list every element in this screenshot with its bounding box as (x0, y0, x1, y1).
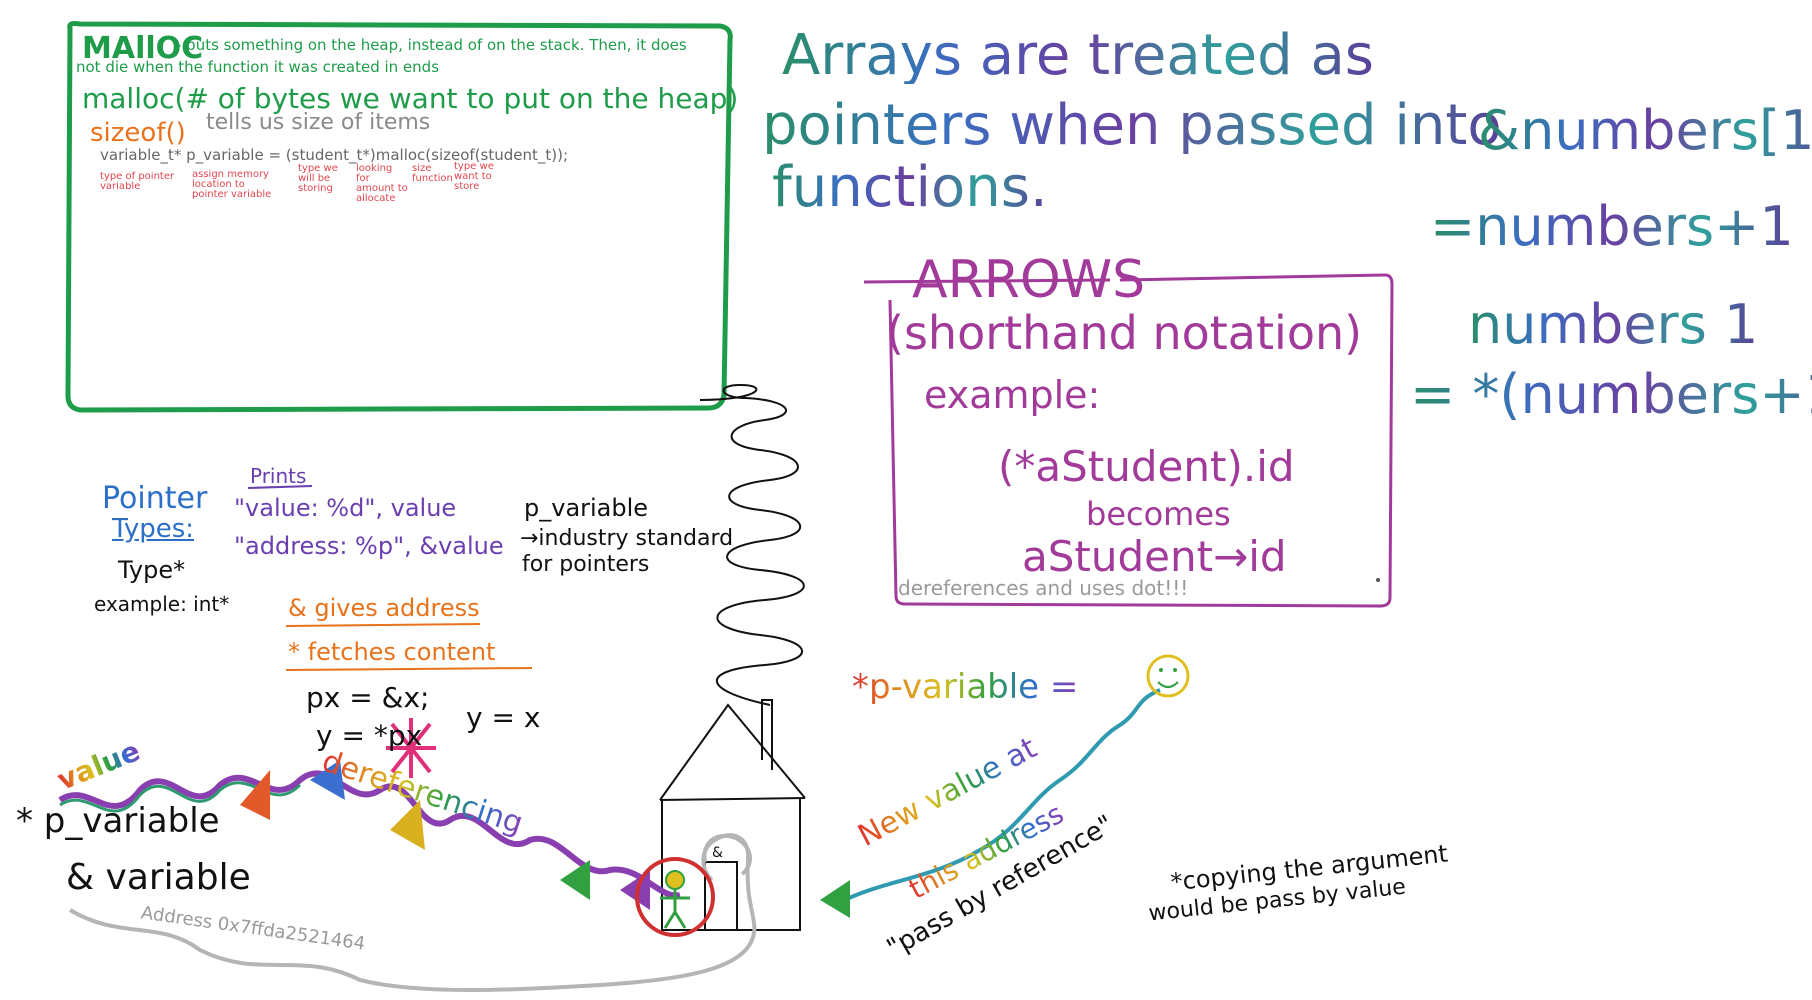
malloc-note-3: type we will be storing (298, 163, 338, 194)
malloc-code-line: variable_t* p_variable = (student_t*)mal… (100, 146, 569, 164)
amp-variable: & variable (66, 857, 251, 898)
arrows-footer: dereferences and uses dot!!! (898, 576, 1189, 600)
pointer-types-heading-2: Types: (112, 514, 195, 544)
p-variable-note-3: for pointers (522, 552, 650, 577)
malloc-note-6: type we want to store (454, 161, 494, 192)
house-outline (659, 703, 806, 931)
ampersand-gives-address: & gives address (288, 594, 480, 622)
arrows-code-after: aStudent→id (1022, 532, 1287, 581)
arrows-code-before: (*aStudent).id (998, 442, 1295, 491)
prints-line-2: "address: %p", &value (234, 532, 504, 560)
operators-underline-1 (285, 623, 481, 627)
numbers-line-3: numbers 1 (1468, 293, 1759, 356)
house-ampersand: & (712, 845, 723, 861)
star-p-variable: * p_variable (16, 801, 220, 841)
figure-head (665, 870, 685, 890)
arrowhead-4 (560, 860, 590, 900)
operators-underline-2 (285, 667, 533, 671)
sizeof-label: sizeof() (90, 118, 186, 148)
house-chimney (761, 699, 773, 770)
numbers-line-1: &numbers[1] (1478, 104, 1812, 158)
star-p-variable-assign: *p-variable = (852, 667, 1079, 707)
arrays-note-line-1: Arrays are treated as (782, 23, 1374, 88)
arrays-note-line-3: functions. (772, 155, 1048, 220)
house-door (704, 861, 738, 931)
prints-heading: Prints (250, 464, 307, 488)
malloc-note-4: looking for amount to allocate (356, 163, 408, 204)
arrays-note-line-2: pointers when passed into (762, 93, 1502, 158)
arrows-becomes: becomes (1086, 495, 1231, 533)
code-example-3: y = x (466, 701, 541, 734)
smiley-face (1146, 654, 1190, 698)
malloc-note-1: type of pointer variable (100, 171, 175, 192)
p-variable-note-1: p_variable (524, 494, 649, 522)
numbers-line-2: =numbers+1 (1430, 195, 1794, 258)
malloc-description-1: - puts something on the heap, instead of… (176, 36, 687, 54)
sizeof-description: tells us size of items (206, 110, 431, 135)
code-example-1: px = &x; (306, 681, 430, 714)
pointer-type-form: Type* (118, 556, 186, 584)
pointer-types-heading: Pointer (102, 481, 208, 516)
malloc-syntax: malloc(# of bytes we want to put on the … (82, 82, 739, 115)
right-arrowhead (820, 880, 850, 918)
pointer-type-example: example: int* (94, 592, 230, 616)
malloc-note-5: size function (412, 163, 453, 184)
arrows-title: ARROWS (912, 250, 1146, 310)
figure-body (660, 890, 690, 929)
arrows-subtitle: (shorthand notation) (886, 306, 1363, 360)
arrows-example-label: example: (924, 373, 1101, 417)
malloc-note-2: assign memory location to pointer variab… (192, 169, 272, 200)
p-variable-note-2: →industry standard (520, 526, 734, 551)
malloc-description-2: not die when the function it was created… (76, 58, 440, 76)
star-fetches-content: * fetches content (288, 638, 496, 666)
prints-line-1: "value: %d", value (234, 494, 457, 522)
numbers-line-4: = *(numbers+1) (1410, 368, 1812, 422)
